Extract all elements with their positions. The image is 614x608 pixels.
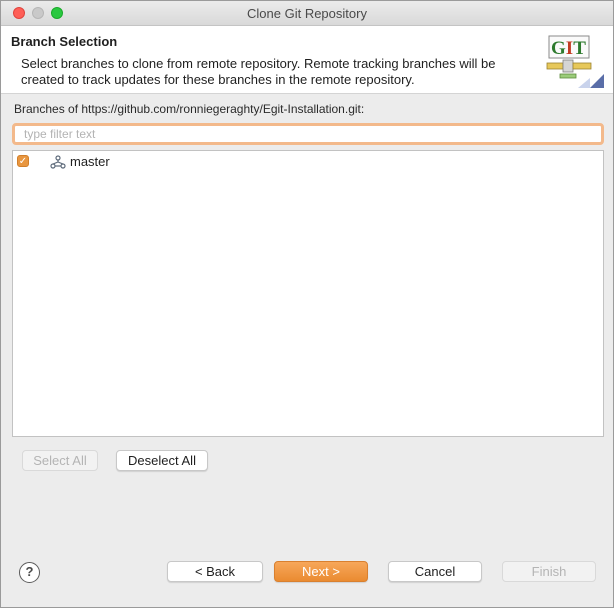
back-button[interactable]: < Back [167,561,263,582]
select-all-button[interactable]: Select All [22,450,98,471]
branch-checkbox-master[interactable]: ✓ [17,155,29,167]
branch-icon [50,155,66,169]
branch-name: master [70,154,110,169]
git-logo-icon: GIT [546,35,604,88]
branch-filter-input[interactable] [12,123,604,145]
branches-label: Branches of https://github.com/ronnieger… [14,102,365,116]
branch-list[interactable]: ✓ master [12,150,604,437]
finish-button[interactable]: Finish [502,561,596,582]
branch-row-master[interactable]: ✓ master [13,153,603,171]
cancel-button[interactable]: Cancel [388,561,482,582]
deselect-all-button[interactable]: Deselect All [116,450,208,471]
question-mark-icon[interactable]: ? [19,562,40,583]
page-title: Branch Selection [11,34,118,49]
title-bar: Clone Git Repository [1,1,613,26]
window-title: Clone Git Repository [247,6,367,21]
page-description: Select branches to clone from remote rep… [21,56,496,87]
next-button[interactable]: Next > [274,561,368,582]
clone-git-repository-dialog: Clone Git Repository Branch Selection Se… [0,0,614,608]
git-logo-letter-g: GIT [551,38,586,59]
wizard-banner: Branch Selection Select branches to clon… [1,26,613,94]
